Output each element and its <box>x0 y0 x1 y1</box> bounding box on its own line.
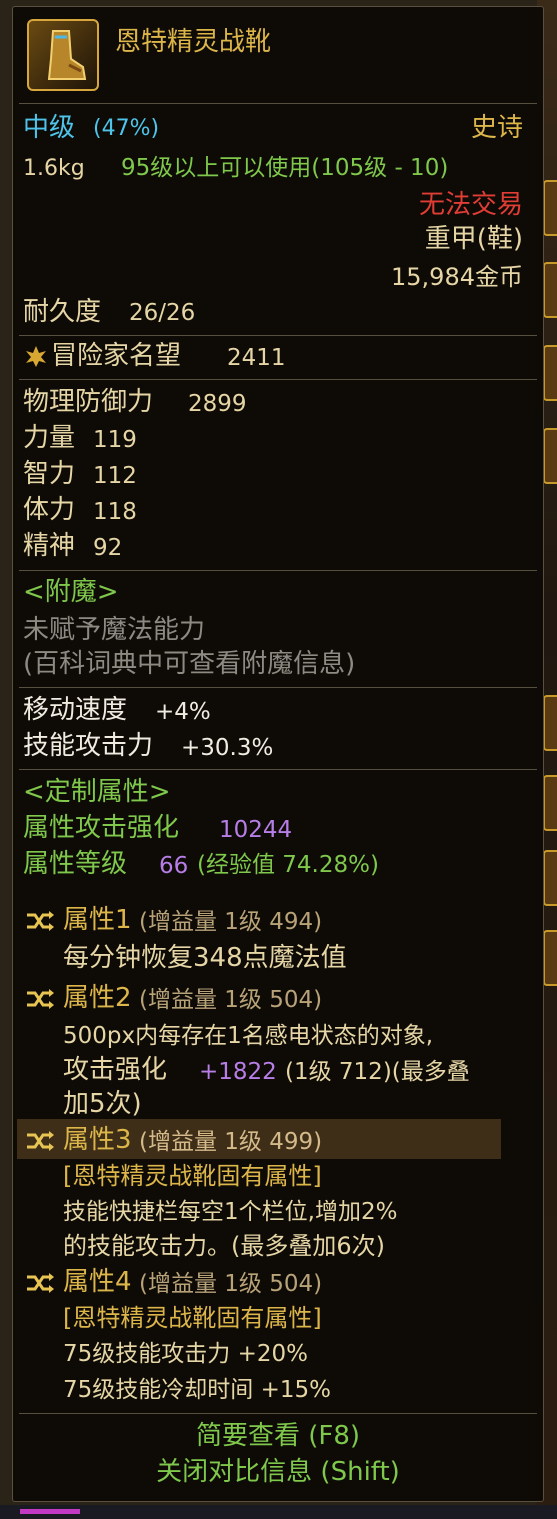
level-requirement: 95级以上可以使用(105级 - 10) <box>121 155 449 181</box>
stat-label: 体力 <box>23 495 76 525</box>
stat-value: 119 <box>93 427 137 453</box>
item-type: 重甲(鞋) <box>424 224 523 254</box>
item-weight: 1.6kg <box>23 156 85 181</box>
item-grade-percent: (47%) <box>93 116 160 141</box>
bonus-label: 移动速度 <box>23 695 128 725</box>
summary-view-button[interactable]: 简要查看 (F8) <box>13 1421 543 1451</box>
attribute-name: 属性2 <box>63 983 132 1013</box>
divider <box>19 103 537 104</box>
stat-value: 118 <box>93 499 137 525</box>
divider <box>19 769 537 770</box>
attribute-effect-value: +1822 <box>199 1059 277 1085</box>
stat-label: 精神 <box>23 531 76 561</box>
bottom-hud <box>0 1505 557 1519</box>
bonus-label: 技能攻击力 <box>23 731 154 761</box>
shuffle-icon <box>27 1131 54 1151</box>
shuffle-icon <box>27 911 54 931</box>
attribute-effect: 500px内每存在1名感电状态的对象, <box>63 1023 434 1049</box>
custom-header: <定制属性> <box>23 777 171 807</box>
shuffle-icon <box>27 989 54 1009</box>
attribute-tag: [恩特精灵战靴固有属性] <box>63 1304 322 1332</box>
stat-label: 智力 <box>23 459 76 489</box>
item-rarity: 史诗 <box>470 113 523 143</box>
inventory-slot <box>543 695 557 751</box>
enchant-hint: (百科词典中可查看附魔信息) <box>23 649 356 679</box>
inventory-slot <box>543 428 557 484</box>
attribute-detail: (增益量 1级 494) <box>139 909 323 935</box>
item-name: 恩特精灵战靴 <box>115 27 272 57</box>
bonus-value: +30.3% <box>181 735 274 761</box>
inventory-slot <box>543 345 557 401</box>
durability-value: 26/26 <box>129 300 196 326</box>
stat-label: 物理防御力 <box>23 387 154 417</box>
attribute-effect: 每分钟恢复348点魔法值 <box>63 943 347 973</box>
item-price: 15,984金币 <box>391 263 523 291</box>
divider <box>19 335 537 336</box>
enchant-status: 未赋予魔法能力 <box>23 615 206 645</box>
divider <box>19 379 537 380</box>
attribute-tag: [恩特精灵战靴固有属性] <box>63 1162 322 1190</box>
attribute-effect: 75级技能冷却时间 +15% <box>63 1377 331 1403</box>
reputation-icon <box>26 346 46 367</box>
attribute-name: 属性1 <box>63 905 132 935</box>
inventory-slot <box>543 930 557 986</box>
attribute-effect: 的技能攻击力。(最多叠加6次) <box>63 1232 385 1260</box>
attr-attack-value: 10244 <box>219 817 293 843</box>
durability-label: 耐久度 <box>23 297 102 327</box>
inventory-slot <box>543 180 557 236</box>
attribute-effect-label: 攻击强化 <box>63 1055 168 1085</box>
attribute-effect-cont: 加5次) <box>63 1089 142 1119</box>
inventory-slot <box>543 775 557 831</box>
attribute-detail: (增益量 1级 504) <box>139 987 323 1013</box>
stat-label: 力量 <box>23 423 76 453</box>
attr-level-exp: (经验值 74.28%) <box>197 852 379 878</box>
attribute-effect-note: (1级 712)(最多叠 <box>285 1059 470 1085</box>
stat-value: 2899 <box>188 391 247 417</box>
stat-value: 112 <box>93 463 137 489</box>
divider <box>19 570 537 571</box>
attribute-detail: (增益量 1级 504) <box>139 1271 323 1297</box>
enchant-header: <附魔> <box>23 577 119 607</box>
trade-status: 无法交易 <box>418 190 523 220</box>
divider <box>19 687 537 688</box>
item-grade: 中级 <box>23 113 76 143</box>
item-tooltip: 恩特精灵战靴 中级 (47%) 史诗 1.6kg 95级以上可以使用(105级 … <box>12 6 544 1502</box>
reputation-value: 2411 <box>227 345 286 371</box>
attr-level-label: 属性等级 <box>23 849 128 879</box>
bonus-value: +4% <box>155 699 211 725</box>
inventory-slot <box>543 850 557 906</box>
attribute-name: 属性4 <box>63 1267 132 1297</box>
divider <box>19 1413 537 1414</box>
stat-value: 92 <box>93 535 123 561</box>
attribute-effect: 75级技能攻击力 +20% <box>63 1341 308 1367</box>
inventory-slot <box>543 262 557 318</box>
attr-attack-label: 属性攻击强化 <box>23 813 180 843</box>
reputation-label: 冒险家名望 <box>51 341 182 371</box>
attribute-name: 属性3 <box>63 1125 132 1155</box>
boots-icon <box>47 30 87 80</box>
item-icon-frame <box>27 19 99 91</box>
shuffle-icon <box>27 1273 54 1293</box>
attribute-effect: 技能快捷栏每空1个栏位,增加2% <box>63 1199 398 1225</box>
attr-level-value: 66 <box>159 853 189 879</box>
attribute-detail: (增益量 1级 499) <box>139 1129 323 1155</box>
close-compare-button[interactable]: 关闭对比信息 (Shift) <box>13 1457 543 1487</box>
